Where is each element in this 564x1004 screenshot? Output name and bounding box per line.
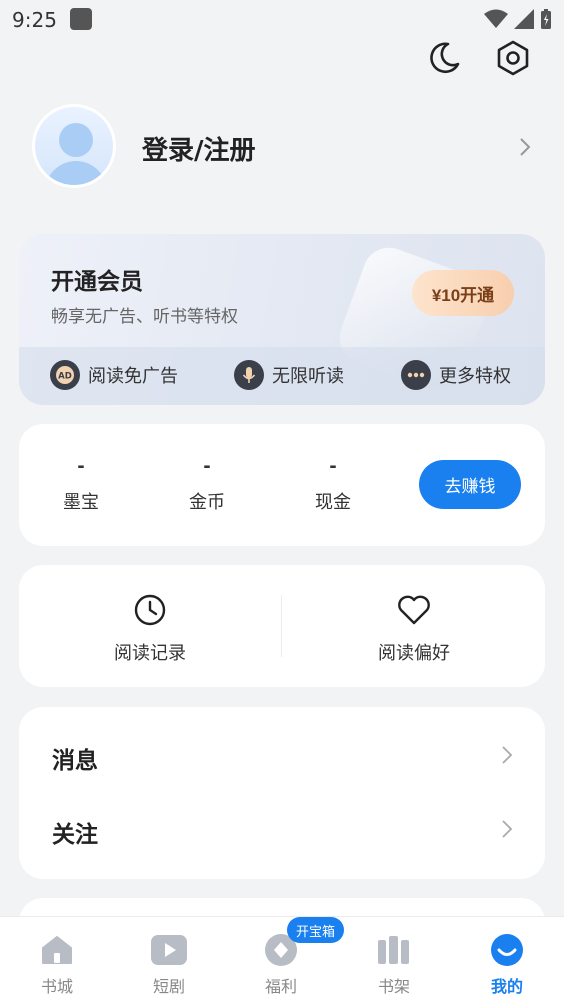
tab-label: 我的 xyxy=(490,977,523,996)
stat-value: - xyxy=(203,456,211,477)
reading-shortcuts-card: 阅读记录 阅读偏好 xyxy=(19,565,545,687)
svg-text:AD: AD xyxy=(58,372,72,382)
menu-item-label: 消息 xyxy=(52,748,98,774)
vip-subtitle: 畅享无广告、听书等特权 xyxy=(51,307,238,327)
status-bar: 9:25 xyxy=(0,0,564,40)
login-register-link[interactable]: 登录/注册 xyxy=(142,130,256,167)
menu-item-label: 关注 xyxy=(52,822,98,848)
tab-label: 福利 xyxy=(264,977,297,996)
bottom-tab-bar: 书城 短剧 福利 书架 我的 xyxy=(0,916,564,1004)
stat-value: - xyxy=(329,456,337,477)
vip-membership-card[interactable]: 开通会员 畅享无广告、听书等特权 ¥10开通 AD 阅读免广告 无限听读 更多特… xyxy=(19,234,545,405)
home-icon xyxy=(42,936,72,964)
heart-icon xyxy=(398,595,430,625)
reading-history-button[interactable]: 阅读记录 xyxy=(50,593,250,665)
stat-mobao[interactable]: - 墨宝 xyxy=(31,456,131,514)
perk-unlimited-listening[interactable]: 无限听读 xyxy=(234,360,344,390)
chevron-right-icon xyxy=(502,746,513,764)
settings-button[interactable] xyxy=(493,38,533,78)
wallet-card: - 墨宝 - 金币 - 现金 去赚钱 xyxy=(19,424,545,546)
perk-ad-free[interactable]: AD 阅读免广告 xyxy=(50,360,178,390)
signal-icon xyxy=(514,9,534,29)
moon-icon xyxy=(430,42,460,74)
settings-hexagon-icon xyxy=(497,40,529,76)
profile-icon xyxy=(491,934,523,966)
divider xyxy=(281,595,282,657)
battery-icon xyxy=(541,9,551,29)
vip-open-button[interactable]: ¥10开通 xyxy=(412,270,514,316)
menu-card: 消息 关注 xyxy=(19,707,545,879)
tab-bookshelf[interactable]: 书架 xyxy=(359,933,429,997)
treasure-box-badge[interactable]: 开宝箱 xyxy=(287,917,345,943)
menu-item-messages[interactable]: 消息 xyxy=(19,725,545,785)
reading-history-label: 阅读记录 xyxy=(114,643,186,664)
earn-money-button[interactable]: 去赚钱 xyxy=(419,460,521,509)
perk-label: 阅读免广告 xyxy=(88,366,178,387)
wifi-icon xyxy=(484,9,508,28)
clock-icon xyxy=(134,594,166,626)
chevron-right-icon xyxy=(502,820,513,838)
tab-label: 书架 xyxy=(377,977,410,996)
microphone-icon xyxy=(234,360,264,390)
tab-short-drama[interactable]: 短剧 xyxy=(134,933,204,997)
perk-label: 更多特权 xyxy=(439,366,511,387)
play-icon xyxy=(151,935,187,965)
reading-preference-button[interactable]: 阅读偏好 xyxy=(314,593,514,665)
profile-login-row[interactable]: 登录/注册 xyxy=(32,104,532,190)
reading-preference-label: 阅读偏好 xyxy=(378,643,450,664)
tab-bookstore[interactable]: 书城 xyxy=(22,933,92,997)
vip-title: 开通会员 xyxy=(51,269,143,295)
bookshelf-icon xyxy=(378,936,409,964)
night-mode-button[interactable] xyxy=(424,38,464,78)
tab-label: 短剧 xyxy=(152,977,185,996)
perk-label: 无限听读 xyxy=(272,366,344,387)
stat-coins[interactable]: - 金币 xyxy=(157,456,257,514)
ad-free-icon: AD xyxy=(50,360,80,390)
tab-label: 书城 xyxy=(40,977,73,996)
status-time: 9:25 xyxy=(12,8,57,32)
stat-label: 现金 xyxy=(315,492,351,513)
avatar[interactable] xyxy=(32,104,116,188)
tab-mine[interactable]: 我的 xyxy=(472,933,542,997)
stat-label: 金币 xyxy=(189,492,225,513)
menu-item-follow[interactable]: 关注 xyxy=(19,799,545,859)
more-dots-icon xyxy=(401,360,431,390)
stat-label: 墨宝 xyxy=(63,492,99,513)
perk-more[interactable]: 更多特权 xyxy=(401,360,511,390)
stat-cash[interactable]: - 现金 xyxy=(283,456,383,514)
stat-value: - xyxy=(77,456,85,477)
app-notification-icon xyxy=(70,8,92,30)
chevron-right-icon xyxy=(520,138,531,156)
status-indicators xyxy=(484,8,552,30)
